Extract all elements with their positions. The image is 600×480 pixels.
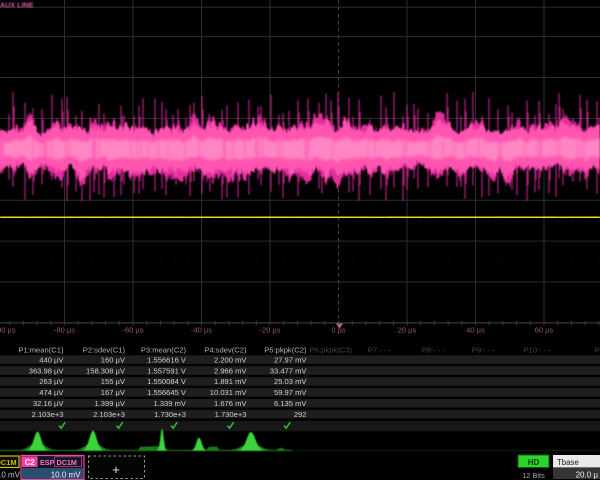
svg-text:25.03 mV: 25.03 mV [274, 377, 307, 386]
svg-text:P3:mean(C2): P3:mean(C2) [141, 346, 187, 355]
svg-text:-20 µs: -20 µs [260, 326, 281, 335]
svg-text:1.730e+3: 1.730e+3 [154, 410, 186, 419]
svg-text:10.031 mV: 10.031 mV [210, 388, 248, 397]
svg-text:167 µV: 167 µV [101, 388, 126, 397]
svg-text:ESP: ESP [40, 458, 55, 467]
svg-text:1.556645 V: 1.556645 V [147, 388, 187, 397]
svg-text:59.97 mV: 59.97 mV [274, 388, 307, 397]
svg-text:474 µV: 474 µV [39, 388, 64, 397]
svg-text:440 µV: 440 µV [39, 355, 64, 364]
svg-text:P8:- - -: P8:- - - [422, 346, 446, 355]
svg-text:32.16 µV: 32.16 µV [33, 399, 64, 408]
svg-text:HD: HD [528, 458, 540, 467]
svg-text:20 µs: 20 µs [398, 326, 417, 335]
svg-text:DC1M: DC1M [57, 458, 77, 467]
svg-text:P7:- - -: P7:- - - [368, 346, 392, 355]
svg-text:P4:sdev(C2): P4:sdev(C2) [204, 346, 247, 355]
svg-text:10.0 mV: 10.0 mV [51, 471, 81, 480]
svg-text:33.477 mV: 33.477 mV [270, 366, 308, 375]
svg-text:P1: P1 [595, 346, 600, 355]
svg-text:1.556616 V: 1.556616 V [147, 355, 187, 364]
svg-text:1.399 µV: 1.399 µV [94, 399, 125, 408]
svg-text:158.308 µV: 158.308 µV [86, 366, 126, 375]
svg-text:1.339 mV: 1.339 mV [153, 399, 186, 408]
svg-text:P10:- - -: P10:- - - [524, 346, 552, 355]
svg-text:P2:sdev(C1): P2:sdev(C1) [83, 346, 126, 355]
svg-text:1.557591 V: 1.557591 V [147, 366, 187, 375]
svg-text:-100 µs: -100 µs [0, 326, 16, 335]
svg-text:.0 mV: .0 mV [0, 471, 21, 480]
svg-text:P1:mean(C1): P1:mean(C1) [18, 346, 64, 355]
svg-text:263 µV: 263 µV [39, 377, 64, 386]
svg-text:12 Bits: 12 Bits [522, 471, 545, 480]
svg-text:2.103e+3: 2.103e+3 [32, 410, 64, 419]
svg-text:Tbase: Tbase [557, 458, 579, 467]
svg-text:-60 µs: -60 µs [123, 326, 144, 335]
svg-text:6.135 mV: 6.135 mV [274, 399, 307, 408]
svg-text:AUX LINE: AUX LINE [0, 1, 34, 10]
svg-text:2.200 mV: 2.200 mV [214, 355, 247, 364]
svg-text:155 µV: 155 µV [101, 377, 126, 386]
svg-text:2.966 mV: 2.966 mV [214, 366, 247, 375]
svg-text:P6:pkpk(C3): P6:pkpk(C3) [310, 346, 353, 355]
svg-text:27.97 mV: 27.97 mV [274, 355, 307, 364]
svg-text:C2: C2 [25, 458, 36, 467]
svg-text:1.676 mV: 1.676 mV [214, 399, 247, 408]
svg-text:2.103e+3: 2.103e+3 [93, 410, 125, 419]
svg-text:-40 µs: -40 µs [191, 326, 212, 335]
svg-text:1.550084 V: 1.550084 V [147, 377, 187, 386]
svg-text:20.0 µ: 20.0 µ [576, 471, 599, 480]
svg-text:60 µs: 60 µs [535, 326, 554, 335]
svg-text:P5:pkpk(C2): P5:pkpk(C2) [264, 346, 307, 355]
svg-text:P9:- - -: P9:- - - [472, 346, 496, 355]
svg-text:1.891 mV: 1.891 mV [214, 377, 247, 386]
svg-text:363.98 µV: 363.98 µV [29, 366, 65, 375]
svg-text:40 µs: 40 µs [466, 326, 485, 335]
svg-text:292: 292 [294, 410, 307, 419]
svg-text:-80 µs: -80 µs [54, 326, 75, 335]
svg-text:160 µV: 160 µV [101, 355, 126, 364]
svg-text:1.730e+3: 1.730e+3 [215, 410, 247, 419]
svg-text:+: + [112, 462, 120, 477]
svg-text:DC1M: DC1M [0, 458, 17, 467]
